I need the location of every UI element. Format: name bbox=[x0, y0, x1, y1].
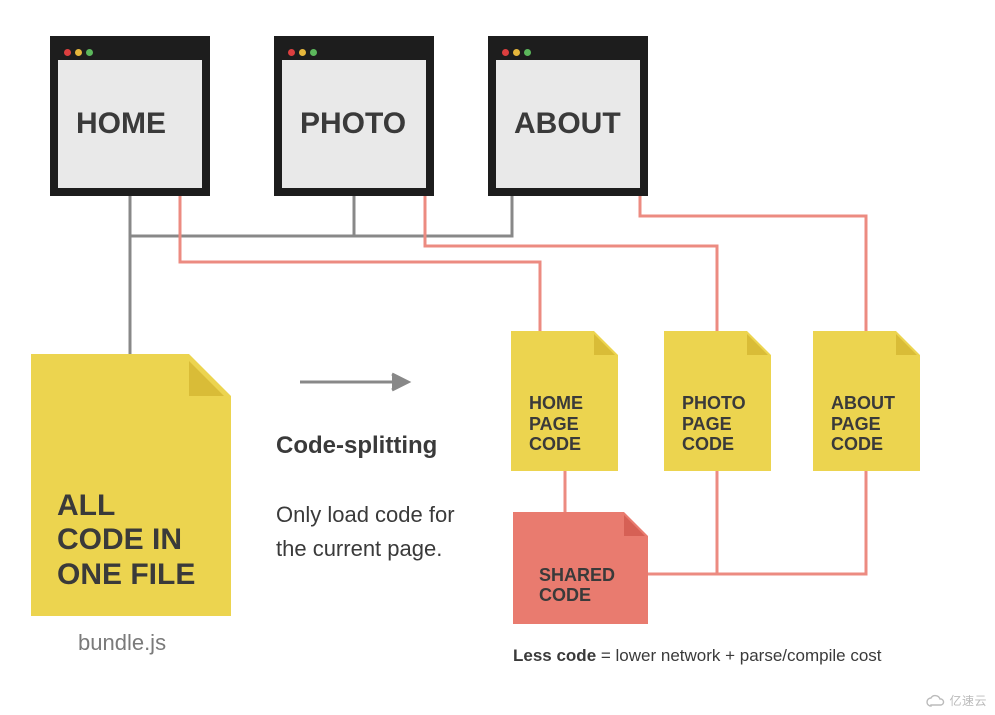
file-label: ABOUT PAGE CODE bbox=[831, 393, 895, 455]
home-page-code-file: HOME PAGE CODE bbox=[511, 331, 618, 471]
window-label: PHOTO bbox=[282, 60, 426, 188]
file-earcut-icon bbox=[189, 354, 231, 396]
heading: Code-splitting bbox=[276, 432, 437, 460]
watermark-text: 亿速云 bbox=[949, 692, 987, 709]
bundle-filename: bundle.js bbox=[78, 630, 166, 656]
window-min-icon bbox=[299, 49, 306, 56]
description: Only load code for the current page. bbox=[276, 498, 486, 566]
file-earcut-icon bbox=[747, 331, 771, 355]
bundle-file-label: ALL CODE IN ONE FILE bbox=[57, 489, 195, 593]
bundle-file: ALL CODE IN ONE FILE bbox=[31, 354, 231, 616]
window-close-icon bbox=[64, 49, 71, 56]
window-max-icon bbox=[310, 49, 317, 56]
cloud-icon bbox=[925, 694, 945, 708]
window-close-icon bbox=[288, 49, 295, 56]
photo-page-code-file: PHOTO PAGE CODE bbox=[664, 331, 771, 471]
about-page-code-file: ABOUT PAGE CODE bbox=[813, 331, 920, 471]
window-titlebar bbox=[282, 44, 426, 60]
file-earcut-icon bbox=[896, 331, 920, 355]
footnote-bold: Less code bbox=[513, 646, 596, 665]
footnote-rest: = lower network + parse/compile cost bbox=[596, 646, 881, 665]
window-close-icon bbox=[502, 49, 509, 56]
browser-window-about: ABOUT bbox=[488, 36, 648, 196]
file-earcut-icon bbox=[594, 331, 618, 355]
watermark: 亿速云 bbox=[925, 692, 987, 709]
file-label: HOME PAGE CODE bbox=[529, 393, 583, 455]
footnote: Less code = lower network + parse/compil… bbox=[513, 646, 882, 666]
window-titlebar bbox=[496, 44, 640, 60]
window-min-icon bbox=[75, 49, 82, 56]
file-label: PHOTO PAGE CODE bbox=[682, 393, 746, 455]
file-earcut-icon bbox=[624, 512, 648, 536]
browser-window-home: HOME bbox=[50, 36, 210, 196]
window-titlebar bbox=[58, 44, 202, 60]
file-label: SHARED CODE bbox=[539, 565, 615, 606]
window-max-icon bbox=[524, 49, 531, 56]
window-label: HOME bbox=[58, 60, 202, 188]
window-min-icon bbox=[513, 49, 520, 56]
window-label: ABOUT bbox=[496, 60, 640, 188]
shared-code-file: SHARED CODE bbox=[513, 512, 648, 624]
browser-window-photo: PHOTO bbox=[274, 36, 434, 196]
diagram-canvas: HOME PHOTO ABOUT ALL CODE IN ONE FILE bu… bbox=[0, 0, 995, 715]
window-max-icon bbox=[86, 49, 93, 56]
